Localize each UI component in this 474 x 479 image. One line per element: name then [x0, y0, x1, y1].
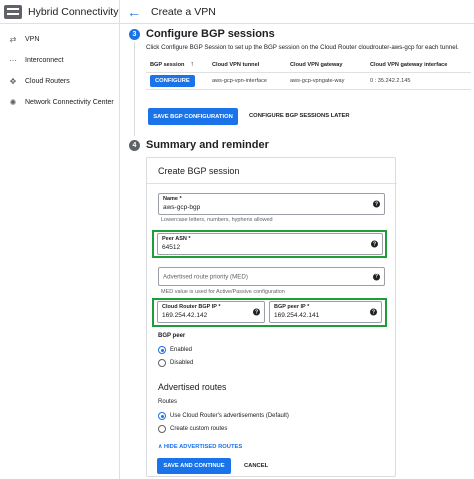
sidebar-header: Hybrid Connectivity [0, 0, 119, 24]
name-hint: Lowercase letters, numbers, hyphens allo… [161, 217, 273, 223]
sidebar-item-label: VPN [25, 36, 40, 43]
field-label: Cloud Router BGP IP * [162, 304, 221, 310]
radio-custom-routes[interactable]: Create custom routes [158, 425, 227, 433]
field-label: Peer ASN * [162, 236, 191, 242]
sidebar-item-label: Interconnect [25, 57, 64, 64]
column-header: Cloud VPN tunnel [208, 58, 286, 73]
cancel-button[interactable]: CANCEL [244, 463, 268, 469]
sort-up-icon: ↑ [190, 61, 194, 69]
divider [147, 183, 397, 184]
bgp-sessions-table: BGP session ↑ Cloud VPN tunnel Cloud VPN … [146, 58, 471, 90]
step-4-badge: 4 [129, 140, 140, 151]
table-cell: aws-gcp-vpngate-way [286, 72, 366, 90]
hybrid-connectivity-icon [4, 4, 22, 19]
help-icon[interactable]: ? [371, 240, 378, 248]
panel-title: Create BGP session [158, 166, 240, 176]
cloud-router-bgp-ip-field[interactable]: Cloud Router BGP IP * 169.254.42.142 ? [157, 301, 265, 323]
bgp-peer-label: BGP peer [158, 333, 186, 339]
field-value: 169.254.42.141 [274, 312, 320, 319]
create-bgp-session-panel: Create BGP session Name * aws-gcp-bgp ? … [146, 157, 397, 477]
field-label: BGP peer IP * [274, 304, 310, 310]
network-center-icon: ✺ [9, 98, 17, 107]
bgp-peer-ip-field[interactable]: BGP peer IP * 169.254.42.141 ? [269, 301, 382, 323]
configure-bgp-description: Click Configure BGP Session to set up th… [146, 44, 459, 51]
med-hint: MED value is used for Active/Passive con… [161, 289, 285, 295]
help-icon[interactable]: ? [373, 200, 380, 208]
sidebar-item-network-connectivity-center[interactable]: ✺ Network Connectivity Center [0, 92, 119, 113]
peer-asn-field[interactable]: Peer ASN * 64512 ? [157, 233, 383, 255]
help-icon[interactable]: ? [253, 308, 260, 316]
page-title: Create a VPN [151, 5, 216, 18]
radio-label: Enabled [170, 347, 193, 353]
field-value: 169.254.42.142 [162, 312, 208, 319]
column-header: Cloud VPN gateway interface [366, 58, 471, 73]
vpn-icon: ⇄ [9, 35, 17, 44]
sidebar: Hybrid Connectivity ⇄ VPN ⋯ Interconnect… [0, 0, 120, 479]
save-bgp-configuration-button[interactable]: SAVE BGP CONFIGURATION [148, 108, 238, 125]
configure-button[interactable]: CONFIGURE [150, 74, 195, 87]
advertised-routes-title: Advertised routes [158, 382, 227, 392]
radio-disabled[interactable]: Disabled [158, 359, 193, 367]
radio-label: Create custom routes [170, 426, 228, 432]
sidebar-title: Hybrid Connectivity [28, 5, 119, 18]
save-and-continue-button[interactable]: SAVE AND CONTINUE [157, 458, 231, 474]
help-icon[interactable]: ? [373, 273, 380, 280]
summary-title: Summary and reminder [146, 139, 269, 151]
radio-selected-icon [158, 412, 166, 420]
main-content: 3 Configure BGP sessions Click Configure… [120, 24, 474, 479]
table-cell: aws-gcp-vpn-interface [208, 72, 286, 90]
field-label: Name * [163, 196, 182, 202]
radio-label: Disabled [170, 360, 194, 366]
sidebar-item-cloud-routers[interactable]: ✥ Cloud Routers [0, 71, 119, 92]
field-value: aws-gcp-bgp [163, 204, 201, 211]
radio-unselected-icon [158, 359, 166, 367]
topbar: ← Create a VPN [120, 0, 474, 24]
column-header: Cloud VPN gateway [286, 58, 366, 73]
back-arrow-icon[interactable]: ← [127, 5, 141, 19]
sidebar-item-vpn[interactable]: ⇄ VPN [0, 29, 119, 50]
radio-unselected-icon [158, 425, 166, 433]
sidebar-item-interconnect[interactable]: ⋯ Interconnect [0, 50, 119, 71]
table-row: CONFIGURE aws-gcp-vpn-interface aws-gcp-… [146, 72, 471, 90]
hide-advertised-routes-link[interactable]: ∧ HIDE ADVERTISED ROUTES [158, 444, 242, 450]
radio-default-advertisements[interactable]: Use Cloud Router's advertisements (Defau… [158, 412, 289, 420]
cloud-router-icon: ✥ [9, 77, 17, 86]
med-field[interactable]: Advertised route priority (MED) ? [158, 267, 385, 286]
radio-label: Use Cloud Router's advertisements (Defau… [170, 413, 289, 419]
field-placeholder: Advertised route priority (MED) [163, 273, 248, 280]
table-cell: 0 : 35.242.2.145 [366, 72, 471, 90]
routes-label: Routes [158, 399, 178, 405]
configure-bgp-title: Configure BGP sessions [146, 28, 275, 40]
interconnect-icon: ⋯ [9, 56, 17, 65]
step-3-badge: 3 [129, 29, 140, 40]
field-value: 64512 [162, 244, 181, 251]
column-header[interactable]: BGP session ↑ [146, 58, 208, 73]
name-field[interactable]: Name * aws-gcp-bgp ? [158, 193, 385, 215]
link-label: HIDE ADVERTISED ROUTES [163, 444, 243, 450]
radio-enabled[interactable]: Enabled [158, 346, 192, 354]
step-connector-line [134, 42, 135, 136]
radio-selected-icon [158, 346, 166, 354]
help-icon[interactable]: ? [370, 308, 377, 316]
configure-later-button[interactable]: CONFIGURE BGP SESSIONS LATER [249, 113, 350, 119]
sidebar-item-label: Network Connectivity Center [25, 99, 114, 106]
sidebar-item-label: Cloud Routers [25, 78, 70, 85]
